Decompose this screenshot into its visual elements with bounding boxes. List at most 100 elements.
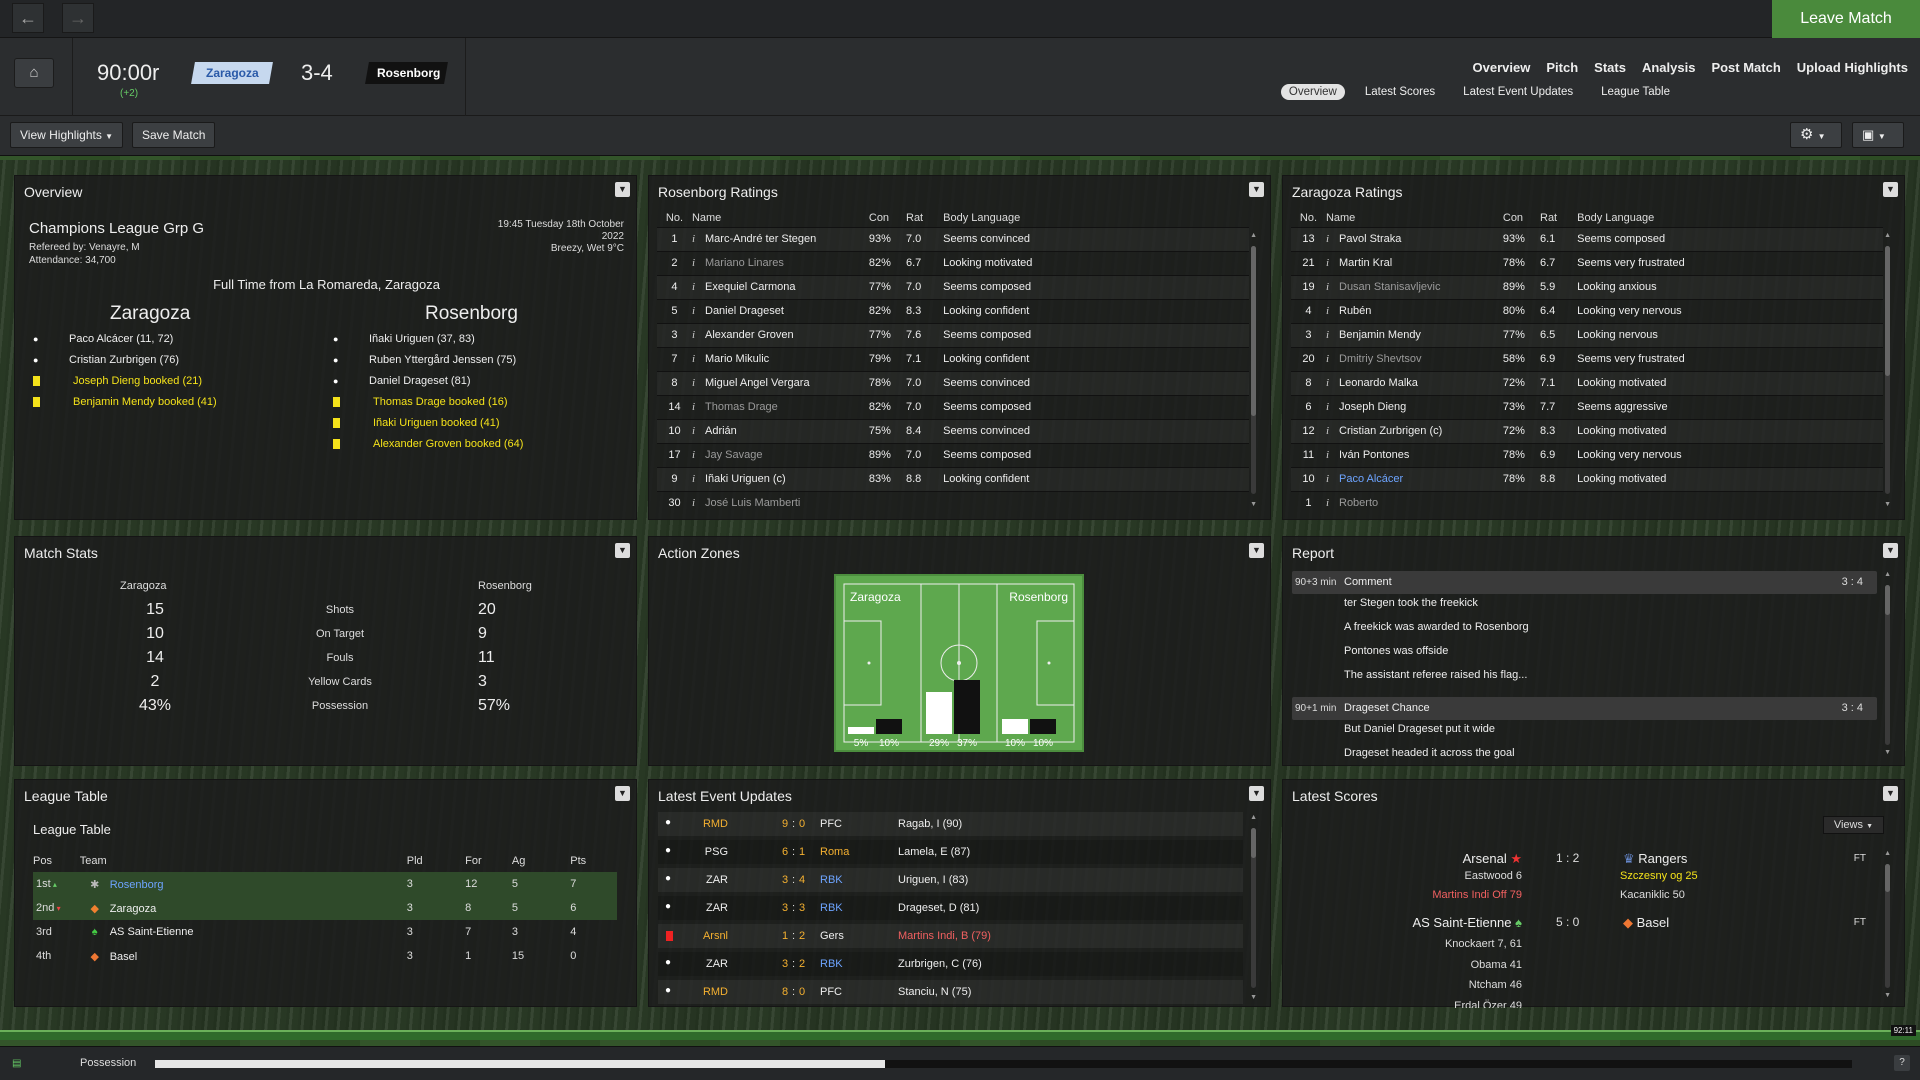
scroll-up-icon[interactable]: ▲ — [1884, 571, 1891, 578]
info-icon[interactable]: i — [692, 425, 695, 437]
panel-menu-icon[interactable]: ▼ — [1883, 786, 1898, 801]
scroll-down-icon[interactable]: ▼ — [1250, 994, 1257, 1001]
panel-menu-icon[interactable]: ▼ — [615, 543, 630, 558]
player-name[interactable]: Joseph Dieng — [1339, 401, 1406, 413]
scroll-down-icon[interactable]: ▼ — [1250, 501, 1257, 508]
info-icon[interactable]: i — [692, 329, 695, 341]
team-name[interactable]: Zaragoza — [110, 903, 156, 915]
column-header[interactable]: No. — [657, 209, 692, 227]
nav-analysis[interactable]: Analysis — [1642, 60, 1695, 75]
event-row[interactable]: ● ZAR 3:3 RBK Drageset, D (81) — [658, 896, 1243, 920]
forward-arrow-icon[interactable]: → — [62, 3, 94, 33]
player-name[interactable]: Cristian Zurbrigen (c) — [1339, 425, 1442, 437]
match-timeline[interactable] — [0, 1030, 1920, 1040]
table-row[interactable]: 3 i Benjamin Mendy 77% 6.5 Looking nervous — [1291, 322, 1883, 347]
table-row[interactable]: 5 i Daniel Drageset 82% 8.3 Looking confident — [657, 298, 1249, 323]
team-name[interactable]: AS Saint-Etienne — [110, 926, 194, 938]
table-row[interactable]: 11 i Iván Pontones 78% 6.9 Looking very nervo… — [1291, 442, 1883, 467]
info-icon[interactable]: i — [692, 449, 695, 461]
event-row[interactable]: ● ZAR 3:2 RBK Zurbrigen, C (76) — [658, 952, 1243, 976]
table-row[interactable]: 10 i Paco Alcácer 78% 8.8 Looking motivated — [1291, 466, 1883, 491]
info-icon[interactable]: i — [1326, 377, 1329, 389]
table-row[interactable]: 1st ▴ ✱ Rosenborg 3 12 5 7 — [33, 872, 617, 896]
event-row[interactable]: Arsnl 1:2 Gers Martins Indi, B (79) — [658, 924, 1243, 948]
column-header[interactable]: Pos — [33, 850, 80, 872]
column-header[interactable]: For — [465, 850, 512, 872]
table-row[interactable]: 21 i Martin Kral 78% 6.7 Seems very frustrate… — [1291, 250, 1883, 275]
info-icon[interactable]: i — [1326, 233, 1329, 245]
player-name[interactable]: Thomas Drage — [705, 401, 778, 413]
collapse-icon[interactable]: ▤ — [12, 1058, 21, 1069]
back-arrow-icon[interactable]: ← — [12, 3, 44, 33]
table-row[interactable]: 20 i Dmitriy Shevtsov 58% 6.9 Seems very frus… — [1291, 346, 1883, 371]
player-name[interactable]: Mario Mikulic — [705, 353, 769, 365]
column-header[interactable]: Body Language — [1577, 209, 1883, 227]
table-row[interactable]: 13 i Pavol Straka 93% 6.1 Seems composed — [1291, 226, 1883, 251]
team-name[interactable]: Rosenborg — [110, 879, 164, 891]
column-header[interactable]: Team — [80, 850, 407, 872]
scrollbar[interactable] — [1251, 828, 1256, 988]
column-header[interactable]: Name — [692, 209, 869, 227]
scroll-down-icon[interactable]: ▼ — [1884, 501, 1891, 508]
player-name[interactable]: José Luis Mamberti — [705, 497, 800, 509]
column-header[interactable]: Rat — [1540, 209, 1577, 227]
player-name[interactable]: Rubén — [1339, 305, 1371, 317]
table-row[interactable]: 4th ◆ Basel 3 1 15 0 — [33, 944, 617, 968]
subnav-league-table[interactable]: League Table — [1593, 84, 1678, 100]
player-name[interactable]: Jay Savage — [705, 449, 762, 461]
player-name[interactable]: Iñaki Uriguen (c) — [705, 473, 786, 485]
view-highlights-button[interactable]: View Highlights ▼ — [10, 122, 124, 148]
table-row[interactable]: 2 i Mariano Linares 82% 6.7 Looking motivated — [657, 250, 1249, 275]
info-icon[interactable]: i — [692, 473, 695, 485]
table-row[interactable]: 14 i Thomas Drage 82% 7.0 Seems composed — [657, 394, 1249, 419]
info-icon[interactable]: i — [1326, 425, 1329, 437]
nav-upload-highlights[interactable]: Upload Highlights — [1797, 60, 1908, 75]
column-header[interactable]: No. — [1291, 209, 1326, 227]
column-header[interactable]: Pld — [407, 850, 465, 872]
info-icon[interactable]: i — [1326, 281, 1329, 293]
report-header[interactable]: 90+3 min Comment 3 : 4 — [1292, 571, 1877, 594]
home-team-badge[interactable]: Zaragoza — [191, 62, 273, 84]
info-icon[interactable]: i — [692, 233, 695, 245]
table-row[interactable]: 4 i Exequiel Carmona 77% 7.0 Seems composed — [657, 274, 1249, 299]
info-icon[interactable]: i — [1326, 401, 1329, 413]
scrollbar[interactable] — [1251, 246, 1256, 494]
info-icon[interactable]: i — [1326, 497, 1329, 509]
report-header[interactable]: 90+1 min Drageset Chance 3 : 4 — [1292, 697, 1877, 720]
scroll-up-icon[interactable]: ▲ — [1884, 850, 1891, 857]
info-icon[interactable]: i — [1326, 257, 1329, 269]
info-icon[interactable]: i — [692, 305, 695, 317]
subnav-latest-event-updates[interactable]: Latest Event Updates — [1455, 84, 1581, 100]
player-name[interactable]: Dusan Stanisavljevic — [1339, 281, 1441, 293]
info-icon[interactable]: i — [692, 353, 695, 365]
player-name[interactable]: Leonardo Malka — [1339, 377, 1418, 389]
table-row[interactable]: 8 i Leonardo Malka 72% 7.1 Looking motivated — [1291, 370, 1883, 395]
column-header[interactable]: Ag — [512, 850, 570, 872]
info-icon[interactable]: i — [692, 257, 695, 269]
table-row[interactable]: 9 i Iñaki Uriguen (c) 83% 8.8 Looking confide… — [657, 466, 1249, 491]
table-row[interactable]: 3 i Alexander Groven 77% 7.6 Seems composed — [657, 322, 1249, 347]
panel-menu-icon[interactable]: ▼ — [1249, 543, 1264, 558]
column-header[interactable]: Rat — [906, 209, 943, 227]
column-header[interactable]: Con — [869, 209, 906, 227]
player-name[interactable]: Exequiel Carmona — [705, 281, 796, 293]
panel-menu-icon[interactable]: ▼ — [1249, 786, 1264, 801]
away-team-badge[interactable]: Rosenborg — [365, 62, 448, 84]
nav-overview[interactable]: Overview — [1473, 60, 1531, 75]
player-name[interactable]: Adrián — [705, 425, 737, 437]
table-row[interactable]: 2nd ▾ ◆ Zaragoza 3 8 5 6 — [33, 896, 617, 920]
event-row[interactable]: ● ZAR 3:4 RBK Uriguen, I (83) — [658, 868, 1243, 892]
info-icon[interactable]: i — [1326, 353, 1329, 365]
settings-icon[interactable]: ⚙ ▼ — [1790, 122, 1842, 148]
scrollbar[interactable] — [1885, 585, 1890, 745]
player-name[interactable]: Paco Alcácer — [1339, 473, 1403, 485]
column-header[interactable]: Body Language — [943, 209, 1249, 227]
panel-menu-icon[interactable]: ▼ — [1883, 543, 1898, 558]
table-row[interactable]: 12 i Cristian Zurbrigen (c) 72% 8.3 Looking m… — [1291, 418, 1883, 443]
panel-menu-icon[interactable]: ▼ — [615, 786, 630, 801]
info-icon[interactable]: i — [1326, 449, 1329, 461]
info-icon[interactable]: i — [692, 497, 695, 509]
player-name[interactable]: Dmitriy Shevtsov — [1339, 353, 1422, 365]
table-row[interactable]: 30 i José Luis Mamberti — [657, 490, 1249, 515]
scroll-down-icon[interactable]: ▼ — [1884, 749, 1891, 756]
